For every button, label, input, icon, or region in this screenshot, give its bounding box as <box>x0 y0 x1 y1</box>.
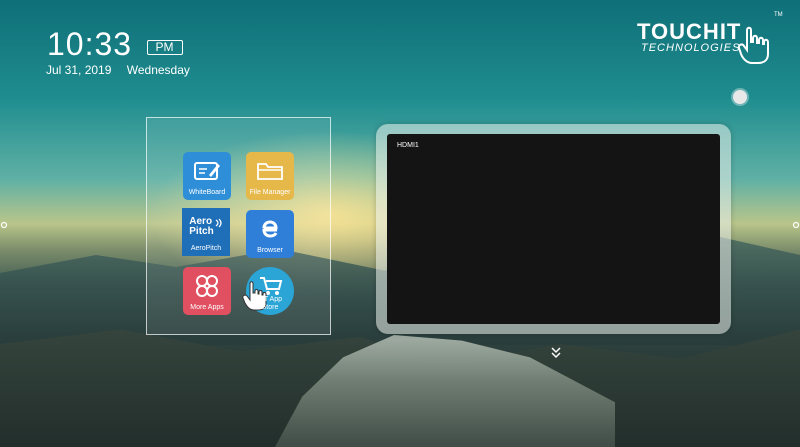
clock-weekday: Wednesday <box>126 63 190 77</box>
aeropitch-logo-line2: Pitch <box>189 226 214 237</box>
app-label: hIT App Store <box>246 296 294 312</box>
touchit-logo: TOUCHIT TECHNOLOGIES TM <box>637 12 787 64</box>
app-aeropitch[interactable]: Aero Pitch AeroPitch <box>182 208 230 256</box>
source-preview-screen[interactable]: HDMI1 <box>387 134 720 324</box>
browser-icon <box>246 214 294 244</box>
app-label: WhiteBoard <box>188 189 226 196</box>
chevron-double-down-icon[interactable] <box>549 345 563 361</box>
more-apps-icon <box>183 271 231 301</box>
app-whiteboard[interactable]: WhiteBoard <box>183 152 231 200</box>
aeropitch-icon: Aero Pitch <box>182 212 230 242</box>
logo-main-text: TOUCHIT <box>637 19 742 44</box>
right-sidebar-handle[interactable] <box>792 218 800 230</box>
app-more-apps[interactable]: More Apps <box>183 267 231 315</box>
app-file-manager[interactable]: File Manager <box>246 152 294 200</box>
whiteboard-icon <box>183 156 231 186</box>
source-preview-frame[interactable]: HDMI1 <box>376 124 731 334</box>
clock-time: 10:33 <box>47 26 133 62</box>
app-touchit-store[interactable]: hIT App Store <box>242 267 294 315</box>
clock-date: Jul 31, 2019 <box>46 63 112 77</box>
floating-menu-button[interactable] <box>733 90 747 104</box>
app-label: AeroPitch <box>190 245 222 252</box>
app-label: Browser <box>257 247 283 254</box>
apps-panel: WhiteBoard File Manager Aero Pitch AeroP… <box>146 117 331 335</box>
source-preview-label: HDMI1 <box>397 142 419 149</box>
clock-date-row: Jul 31, 2019 Wednesday <box>46 63 190 77</box>
logo-trademark: TM <box>774 12 783 18</box>
app-browser[interactable]: Browser <box>246 210 294 258</box>
clock-ampm: PM <box>146 40 183 55</box>
app-label: File Manager <box>249 189 291 196</box>
left-sidebar-handle[interactable] <box>0 218 8 230</box>
logo-sub-text: TECHNOLOGIES <box>641 42 741 54</box>
app-store-label-line1: hIT App <box>257 296 282 303</box>
folder-icon <box>246 156 294 186</box>
logo-hand-icon <box>737 26 769 64</box>
app-store-label-line2: Store <box>261 304 279 311</box>
clock-widget: 10:33 PM <box>47 28 183 60</box>
app-label: More Apps <box>190 304 224 311</box>
